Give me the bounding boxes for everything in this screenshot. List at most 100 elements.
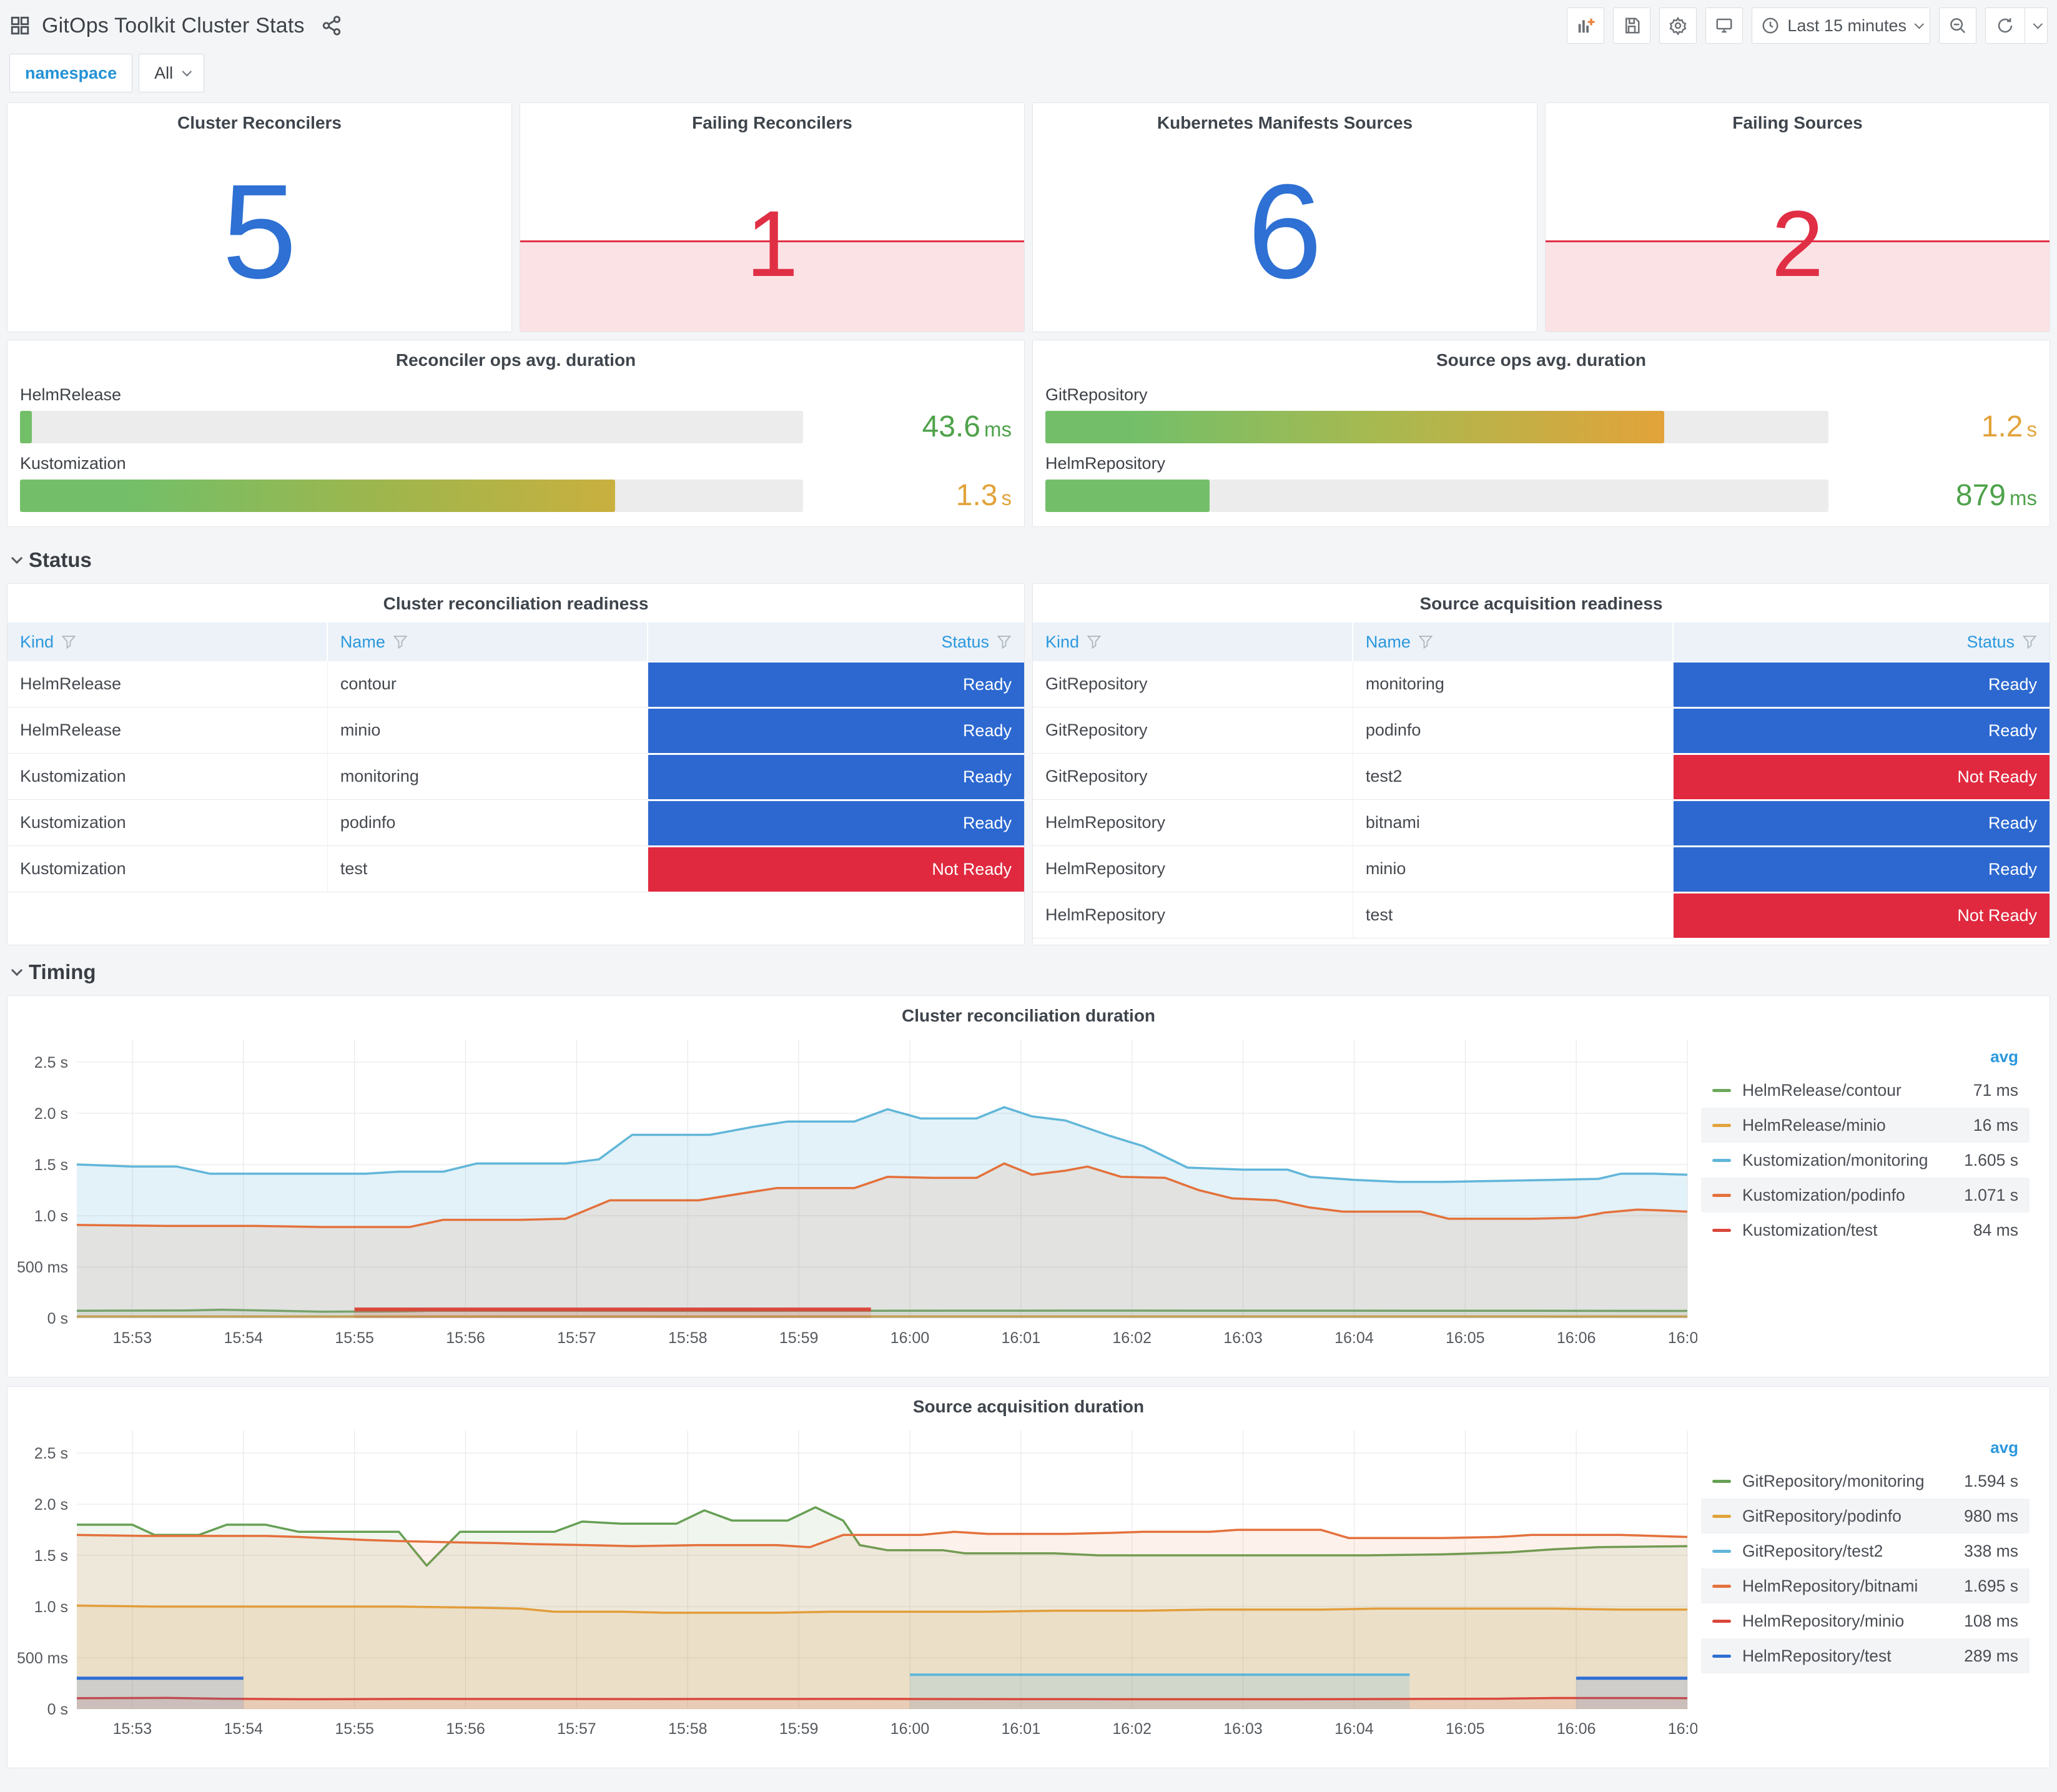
legend-item[interactable]: HelmRepository/minio 108 ms [1701, 1603, 2030, 1638]
series-avg-value: 980 ms [1964, 1506, 2018, 1525]
cycle-view-mode-button[interactable] [1705, 7, 1744, 44]
series-color-dash [1712, 1479, 1731, 1483]
svg-text:15:53: 15:53 [113, 1329, 152, 1347]
series-name: HelmRepository/bitnami [1742, 1576, 1918, 1595]
table-header-row: Kind Name Status [7, 623, 1024, 661]
status-badge: Not Ready [1673, 894, 2050, 938]
svg-text:15:56: 15:56 [446, 1329, 485, 1347]
table-row: Kustomization monitoring Ready [7, 754, 1024, 800]
legend-item[interactable]: Kustomization/monitoring 1.605 s [1701, 1143, 2030, 1178]
table-row: HelmRelease contour Ready [7, 661, 1024, 707]
variable-namespace-dropdown[interactable]: All [139, 54, 205, 92]
refresh-interval-dropdown[interactable] [2025, 8, 2047, 43]
series-avg-value: 1.071 s [1964, 1185, 2018, 1204]
page-title: GitOps Toolkit Cluster Stats [42, 13, 305, 37]
series-color-dash [1712, 1088, 1731, 1092]
series-name: Kustomization/monitoring [1742, 1150, 1928, 1169]
dashboard-page: GitOps Toolkit Cluster Stats Last 15 min… [0, 0, 2057, 1792]
filter-icon[interactable] [1418, 634, 1433, 649]
gauge-row-value: 43.6 ms [922, 410, 1012, 443]
series-color-dash [1712, 1193, 1731, 1197]
stat-panel-3: Kubernetes Manifests Sources 6 [1032, 102, 1537, 332]
table-row: HelmRepository test Not Ready [1033, 892, 2050, 938]
stat-panel-1: Cluster Reconcilers 5 [7, 102, 512, 332]
table-row: Kustomization podinfo Ready [7, 800, 1024, 846]
filter-icon[interactable] [997, 634, 1012, 649]
gauge-panel-title: Source ops avg. duration [1436, 350, 1647, 370]
save-dashboard-button[interactable] [1613, 7, 1651, 44]
svg-text:15:55: 15:55 [335, 1720, 374, 1738]
series-color-dash [1712, 1228, 1731, 1232]
refresh-button[interactable] [1986, 8, 2025, 43]
series-name: Kustomization/podinfo [1742, 1185, 1905, 1204]
status-badge: Not Ready [1673, 755, 2050, 799]
filter-icon[interactable] [1087, 634, 1102, 649]
table-row: HelmRepository bitnami Ready [1033, 800, 2050, 846]
legend-item[interactable]: Kustomization/podinfo 1.071 s [1701, 1178, 2030, 1213]
svg-text:500 ms: 500 ms [17, 1650, 68, 1667]
filter-icon[interactable] [393, 634, 408, 649]
svg-text:16:03: 16:03 [1223, 1720, 1263, 1738]
svg-text:15:59: 15:59 [779, 1329, 819, 1347]
series-avg-value: 1.605 s [1964, 1150, 2018, 1169]
series-color-dash [1712, 1549, 1731, 1553]
tables-row: Cluster reconciliation readiness Kind Name… [7, 583, 2050, 945]
add-panel-button[interactable] [1567, 7, 1605, 44]
cell-kind: GitRepository [1033, 707, 1353, 754]
column-header-kind[interactable]: Kind [1033, 623, 1353, 661]
filter-icon[interactable] [2022, 634, 2037, 649]
column-header-name[interactable]: Name [1353, 623, 1674, 661]
legend-item[interactable]: GitRepository/test2 338 ms [1701, 1534, 2030, 1568]
cell-name: bitnami [1353, 800, 1674, 846]
status-badge: Ready [1673, 801, 2050, 845]
stat-value: 5 [222, 155, 297, 307]
section-status[interactable]: Status [7, 537, 2050, 583]
time-range-picker[interactable]: Last 15 minutes [1752, 7, 1930, 44]
gauge-body: HelmRelease 43.6 ms Kustomization 1.3 s [7, 370, 1024, 513]
table-header-row: Kind Name Status [1033, 623, 2050, 661]
column-header-status[interactable]: Status [1674, 623, 2050, 661]
filter-icon[interactable] [61, 634, 76, 649]
legend-item[interactable]: HelmRepository/test 289 ms [1701, 1638, 2030, 1673]
cell-name: test [327, 846, 648, 892]
legend-item[interactable]: Kustomization/test 84 ms [1701, 1213, 2030, 1248]
readiness-table: Kind Name Status HelmRelease contour Ready Hel… [7, 623, 1024, 892]
series-color-dash [1712, 1514, 1731, 1518]
table-row: Kustomization test Not Ready [7, 846, 1024, 892]
legend-item[interactable]: GitRepository/podinfo 980 ms [1701, 1499, 2030, 1534]
legend-avg-header: avg [1990, 1438, 2018, 1457]
zoom-out-button[interactable] [1939, 7, 1976, 44]
legend-item[interactable]: HelmRelease/minio 16 ms [1701, 1108, 2030, 1143]
stat-panel-4: Failing Sources 2 [1545, 102, 2050, 332]
refresh-split-button [1985, 7, 2048, 44]
series-avg-value: 16 ms [1973, 1115, 2018, 1135]
svg-text:15:54: 15:54 [224, 1720, 264, 1738]
svg-text:16:00: 16:00 [890, 1329, 930, 1347]
legend-item[interactable]: GitRepository/monitoring 1.594 s [1701, 1464, 2030, 1499]
variables-row: namespace All [7, 45, 2050, 102]
gauge-panel-2: Source ops avg. duration GitRepository 1.2… [1032, 340, 2050, 527]
series-avg-value: 1.594 s [1964, 1471, 2018, 1490]
svg-text:2.0 s: 2.0 s [34, 1105, 68, 1123]
legend-item[interactable]: HelmRepository/bitnami 1.695 s [1701, 1568, 2030, 1603]
section-timing[interactable]: Timing [7, 949, 2050, 995]
gauge-row-value: 879 ms [1955, 479, 2037, 512]
status-badge: Not Ready [648, 847, 1024, 892]
charts-area: Cluster reconciliation duration 15:53 15:5… [7, 995, 2050, 1768]
svg-text:1.5 s: 1.5 s [34, 1156, 68, 1174]
column-header-status[interactable]: Status [648, 623, 1024, 661]
status-badge: Ready [1673, 662, 2050, 707]
status-badge: Ready [648, 662, 1024, 707]
series-name: HelmRepository/minio [1742, 1611, 1905, 1630]
chart-panel-2: Source acquisition duration 15:53 15:54 15:… [7, 1386, 2050, 1768]
dashboard-settings-button[interactable] [1659, 7, 1697, 44]
column-header-kind[interactable]: Kind [7, 623, 328, 661]
gauge-row-label: Kustomization [20, 454, 126, 473]
svg-text:16:00: 16:00 [890, 1720, 930, 1738]
share-icon[interactable] [321, 15, 342, 36]
column-header-name[interactable]: Name [328, 623, 648, 661]
legend-item[interactable]: HelmRelease/contour 71 ms [1701, 1073, 2030, 1108]
stat-value: 1 [746, 191, 799, 297]
table-title: Source acquisition readiness [1419, 594, 1663, 613]
svg-text:16:05: 16:05 [1446, 1329, 1485, 1347]
